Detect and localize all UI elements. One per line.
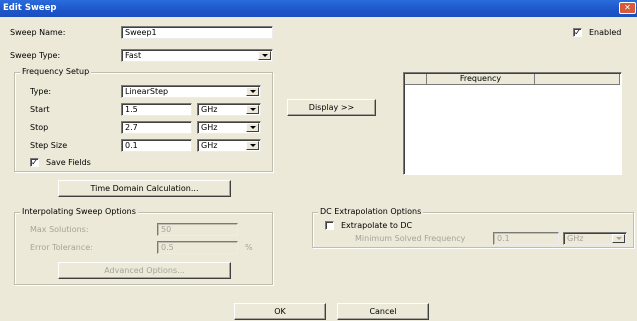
start-label: Start — [30, 105, 50, 114]
stop-unit-value: GHz — [201, 123, 218, 132]
type-label: Type: — [30, 87, 52, 96]
start-unit-select[interactable]: GHz — [197, 103, 261, 116]
type-value: LinearStep — [125, 87, 169, 96]
sweep-name-input[interactable]: Sweep1 — [121, 26, 273, 39]
error-tolerance-unit: % — [245, 243, 253, 252]
step-unit-select[interactable]: GHz — [197, 139, 261, 152]
advanced-options-button[interactable]: Advanced Options... — [58, 262, 231, 279]
chevron-down-icon[interactable] — [258, 51, 271, 60]
close-icon: ✕ — [624, 3, 631, 12]
dc-extrapolation-title: DC Extrapolation Options — [318, 207, 424, 216]
error-tolerance-label: Error Tolerance: — [30, 243, 93, 252]
ok-button[interactable]: OK — [234, 303, 326, 320]
extrapolate-dc-label: Extrapolate to DC — [341, 221, 413, 230]
min-solved-freq-label: Minimum Solved Frequency — [355, 234, 466, 243]
chevron-down-icon[interactable] — [246, 141, 259, 150]
table-header-frequency: Frequency — [427, 74, 535, 85]
table-header-index — [405, 74, 427, 85]
enabled-label: Enabled — [589, 28, 622, 37]
frequency-setup-title: Frequency Setup — [20, 67, 92, 76]
sweep-name-label: Sweep Name: — [10, 28, 66, 37]
min-solved-freq-input[interactable]: 0.1 — [493, 232, 559, 245]
chevron-down-icon[interactable] — [246, 123, 259, 132]
interpolating-options-title: Interpolating Sweep Options — [20, 207, 138, 216]
extrapolate-dc-checkbox[interactable] — [325, 221, 334, 230]
start-unit-value: GHz — [201, 105, 218, 114]
max-solutions-input[interactable]: 50 — [157, 223, 238, 236]
min-solved-freq-unit-select[interactable]: GHz — [563, 232, 627, 245]
cancel-button[interactable]: Cancel — [337, 303, 429, 320]
chevron-down-icon[interactable] — [246, 105, 259, 114]
stop-label: Stop — [30, 123, 49, 132]
save-fields-label: Save Fields — [46, 158, 91, 167]
save-fields-checkbox[interactable]: ✓ — [30, 158, 39, 167]
sweep-type-label: Sweep Type: — [10, 51, 61, 60]
enabled-checkbox[interactable]: ✓ — [573, 28, 582, 37]
step-unit-value: GHz — [201, 141, 218, 150]
step-size-label: Step Size — [30, 141, 68, 150]
max-solutions-label: Max Solutions: — [30, 225, 89, 234]
chevron-down-icon[interactable] — [612, 234, 625, 243]
title-bar: Edit Sweep — [0, 0, 637, 17]
stop-unit-select[interactable]: GHz — [197, 121, 261, 134]
stop-input[interactable]: 2.7 — [121, 121, 192, 134]
step-size-input[interactable]: 0.1 — [121, 139, 192, 152]
sweep-type-value: Fast — [125, 51, 142, 60]
check-icon: ✓ — [574, 28, 581, 37]
type-select[interactable]: LinearStep — [121, 85, 261, 98]
frequency-table[interactable]: Frequency — [403, 72, 622, 175]
close-button[interactable]: ✕ — [619, 2, 636, 14]
time-domain-button[interactable]: Time Domain Calculation... — [58, 180, 231, 197]
start-input[interactable]: 1.5 — [121, 103, 192, 116]
window-title: Edit Sweep — [3, 3, 57, 13]
min-freq-unit-value: GHz — [567, 234, 584, 243]
check-icon: ✓ — [31, 158, 38, 167]
display-button[interactable]: Display >> — [287, 99, 376, 116]
chevron-down-icon[interactable] — [246, 87, 259, 96]
table-header-extra — [535, 74, 620, 85]
error-tolerance-input[interactable]: 0.5 — [157, 241, 238, 254]
sweep-type-select[interactable]: Fast — [121, 49, 273, 62]
